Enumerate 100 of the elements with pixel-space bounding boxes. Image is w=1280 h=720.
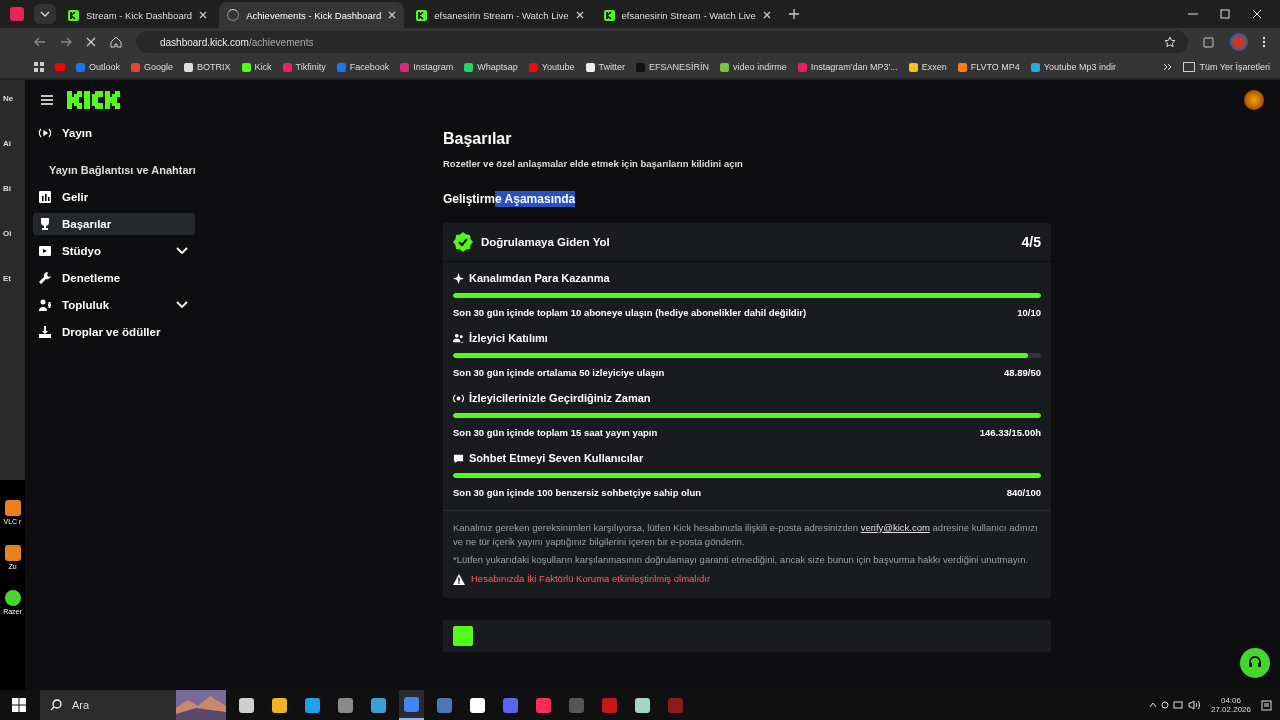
bookmark-link[interactable]: Google (131, 62, 174, 72)
all-bookmarks-link[interactable]: Tüm Yer İşaretleri (1183, 62, 1270, 72)
sidebar-item[interactable]: Gelir (33, 186, 195, 208)
window-label: Ne (3, 94, 15, 103)
progress-count: 4/5 (1021, 234, 1041, 250)
start-button[interactable] (12, 698, 26, 712)
sidebar-icon (38, 244, 52, 258)
goal-description: Son 30 gün içinde toplam 15 saat yayın yapın (453, 427, 658, 438)
bookmark-link[interactable]: Instagram (400, 62, 454, 72)
bookmark-link[interactable]: EFSANESİRİN (636, 62, 710, 72)
maximize-button[interactable] (1220, 9, 1230, 19)
browser-tab[interactable]: Stream - Kick Dashboard (60, 2, 216, 28)
extensions-icon[interactable] (1202, 35, 1216, 49)
chevron-down-icon[interactable] (176, 247, 188, 255)
bookmark-link[interactable]: video indirme (720, 62, 787, 72)
page-title: Başarılar (443, 130, 513, 148)
search-icon (50, 699, 62, 711)
notification-icon[interactable] (1261, 699, 1272, 711)
goal-title: İzleyici Katılımı (469, 332, 548, 344)
bookmark-link[interactable]: FLVTO MP4 (957, 62, 1020, 72)
close-tab-icon[interactable] (199, 11, 208, 19)
support-chat-button[interactable] (1240, 648, 1270, 678)
sidebar-item[interactable]: Droplar ve ödüller (33, 321, 195, 343)
warning-icon (453, 573, 465, 585)
desktop-icon[interactable] (4, 545, 21, 561)
page-subtitle: Rozetler ve özel anlaşmalar elde etmek için başarıların kilidini açın (443, 158, 744, 169)
sidebar-item[interactable]: Topluluk (33, 294, 195, 316)
menu-icon[interactable] (41, 95, 53, 105)
favicon-icon (416, 9, 428, 21)
verified-badge-icon (453, 232, 473, 252)
bookmark-link[interactable]: Kick (241, 62, 272, 72)
goal-icon (453, 272, 464, 284)
card-title: Doğrulamaya Giden Yol (481, 236, 610, 248)
desktop-icon[interactable] (4, 590, 21, 606)
email-link[interactable]: verify@kick.com (860, 522, 930, 533)
more-bookmarks-icon[interactable] (1163, 63, 1173, 71)
bookmark-star-icon[interactable] (1164, 36, 1176, 48)
back-button[interactable] (34, 37, 46, 47)
stop-button[interactable] (86, 37, 96, 47)
forward-button[interactable] (60, 37, 72, 47)
sidebar-icon (38, 126, 52, 140)
goal-description: Son 30 gün içinde 100 benzersiz sohbetçiye sahip olun (453, 487, 702, 498)
sidebar-subitem[interactable]: Yayın Bağlantısı ve Anahtarı (33, 159, 195, 181)
window-label: Ai (3, 139, 12, 148)
goal-icon (453, 452, 464, 464)
sidebar-item[interactable]: Stüdyo (33, 240, 195, 262)
sidebar-icon (38, 298, 52, 312)
sidebar-item[interactable]: Denetleme (33, 267, 195, 289)
close-tab-icon[interactable] (762, 11, 771, 19)
goal-icon (453, 392, 464, 404)
home-icon[interactable] (110, 36, 122, 48)
favicon-icon (68, 9, 79, 21)
address-bar[interactable]: dashboard.kick.com/achievements (136, 31, 1188, 53)
sidebar-icon (38, 190, 52, 204)
close-tab-icon[interactable] (388, 11, 397, 19)
tab-list-button[interactable] (34, 4, 56, 24)
sidebar-icon (38, 325, 52, 339)
browser-tab[interactable]: efsanesirin Stream - Watch Live (408, 2, 592, 28)
window-label: Oi (3, 229, 13, 238)
bookmark-link[interactable]: Outlook (76, 62, 121, 72)
goal-title: İzleyicilerinizle Geçirdiğiniz Zaman (469, 392, 651, 404)
bookmark-link[interactable]: Youtube Mp3 indir (1030, 62, 1117, 72)
bookmark-link[interactable]: Whaptsap (464, 62, 518, 72)
bookmark-icon[interactable] (55, 63, 65, 71)
sidebar-icon (38, 217, 52, 231)
chevron-down-icon[interactable] (176, 301, 188, 309)
goal-description: Son 30 gün içinde toplam 10 aboneye ulaşın (hediye abonelikler dahil değildir) (453, 307, 807, 318)
user-avatar[interactable] (1244, 90, 1264, 110)
sidebar-icon (38, 271, 52, 285)
bookmark-link[interactable]: Exxen (908, 62, 947, 72)
new-tab-button[interactable] (788, 9, 799, 19)
tray-icons[interactable] (1148, 700, 1201, 710)
close-button[interactable] (1252, 9, 1262, 19)
apps-grid-icon[interactable] (34, 62, 44, 72)
bookmark-link[interactable]: Facebook (336, 62, 390, 72)
bookmark-link[interactable]: Tikfinity (282, 62, 326, 72)
bookmark-link[interactable]: Youtube (528, 62, 575, 72)
browser-tab[interactable]: efsanesirin Stream - Watch Live (595, 2, 779, 28)
browser-tab[interactable]: Achievements - Kick Dashboard (219, 2, 405, 28)
chevron-down-icon (40, 11, 50, 17)
sidebar-item[interactable]: Yayın (33, 122, 195, 144)
sidebar-item[interactable]: Başarılar (33, 213, 195, 235)
close-tab-icon[interactable] (575, 11, 584, 19)
bookmark-link[interactable]: Twitter (585, 62, 626, 72)
goal-title: Sohbet Etmeyi Seven Kullanıcılar (469, 452, 644, 464)
window-label: Bi (3, 184, 12, 193)
desktop-icon[interactable] (4, 500, 21, 516)
window-label: Et (3, 274, 12, 283)
menu-icon[interactable] (1262, 36, 1266, 48)
warning-text: Hesabınızda İki Faktörlü Koruma etkinleştirilmiş olmalıdır (471, 572, 711, 587)
goal-icon (453, 332, 464, 344)
clock[interactable]: 04:06 27.02.2026 (1210, 696, 1251, 714)
disclaimer-text: *Lütfen yukarıdaki koşulların karşılanmasının doğrulamayı garanti etmediğini, ancak size bunun için başvurma hakkı verdiğini unutmayın. (453, 552, 1030, 567)
bookmark-link[interactable]: BOTRIX (184, 62, 231, 72)
taskbar-app[interactable] (399, 690, 424, 720)
goal-title: Kanalımdan Para Kazanma (469, 272, 610, 284)
goal-description: Son 30 gün içinde ortalama 50 izleyiciye ulaşın (453, 367, 665, 378)
bookmark-link[interactable]: Instagram'dan MP3'... (797, 62, 898, 72)
verification-note: Kanalınız gereken gereksinimleri karşılıyorsa, lütfen Kick hesabınızla ilişkili e-posta adresinizden verify@kick.com adresine kullanıcı adınızı ve ne tür içerik yayını yaptığınız bilgilerini içeren bir e-posta gönderin. (453, 521, 1039, 549)
favicon-icon (603, 9, 615, 21)
